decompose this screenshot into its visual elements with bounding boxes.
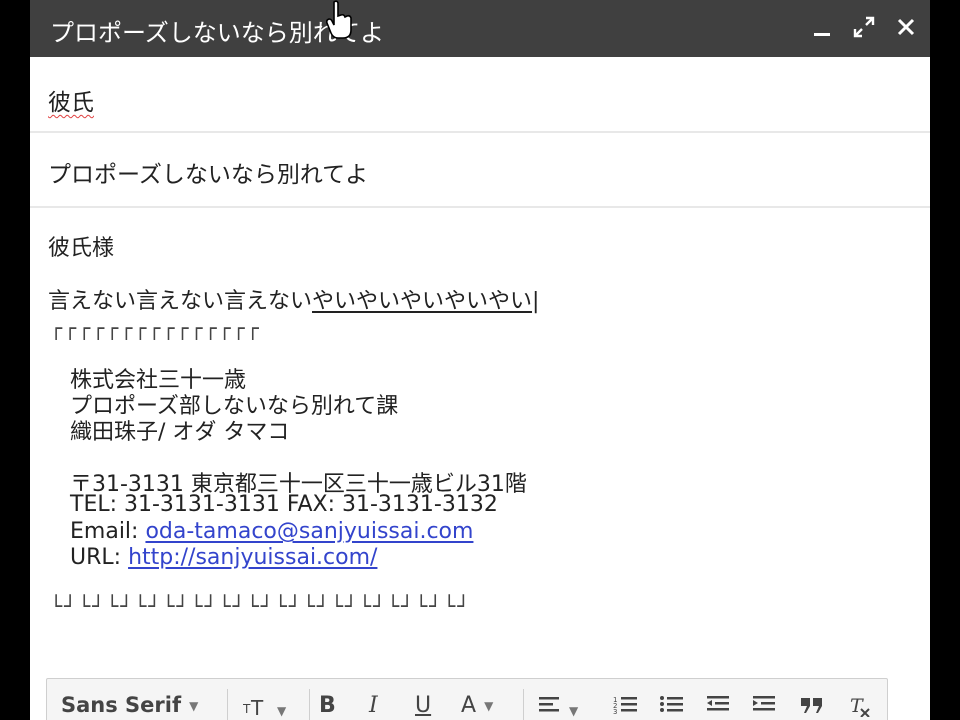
indent-more-icon xyxy=(753,696,775,711)
align-button[interactable]: ▼ xyxy=(537,693,578,720)
indent-more-button[interactable] xyxy=(751,693,777,720)
svg-text:T: T xyxy=(243,702,251,716)
email-label: Email: xyxy=(70,519,146,544)
compose-window: プロポーズしないなら別れてよ 彼氏 プロポーズしないなら別れてよ 彼氏様 言えな… xyxy=(30,0,930,720)
numbered-list-button[interactable]: 1 2 3 xyxy=(613,693,639,720)
email-link[interactable]: oda-tamaco@sanjyuissai.com xyxy=(145,519,473,544)
chevron-down-icon: ▼ xyxy=(277,704,287,718)
compose-titlebar[interactable]: プロポーズしないなら別れてよ xyxy=(30,0,930,57)
bold-button[interactable]: B xyxy=(319,693,336,718)
text-color-label: A xyxy=(461,693,477,718)
numbered-list-icon: 1 2 3 xyxy=(613,696,637,716)
expand-icon xyxy=(853,16,875,38)
formatting-toolbar: Sans Serif ▼ T T ▼ B I U A ▼ ▼ 1 2 3 T xyxy=(46,678,888,720)
to-field[interactable]: 彼氏 xyxy=(30,57,930,133)
toolbar-divider xyxy=(309,689,310,720)
quote-button[interactable] xyxy=(799,693,825,720)
body-line-tail: やいやいやいやいやい xyxy=(312,289,533,314)
minimize-button[interactable] xyxy=(806,11,838,43)
svg-text:3: 3 xyxy=(613,708,617,716)
font-family-dropdown[interactable]: Sans Serif ▼ xyxy=(61,693,198,717)
signature-border-top: ┌┌┌┌┌┌┌┌┌┌┌┌┌┌┌ xyxy=(50,316,261,340)
close-button[interactable] xyxy=(890,11,922,43)
underline-button[interactable]: U xyxy=(415,693,431,718)
indent-less-button[interactable] xyxy=(705,693,731,720)
subject-field[interactable]: プロポーズしないなら別れてよ xyxy=(30,133,930,208)
signature-phone: TEL: 31-3131-3131 FAX: 31-3131-3132 xyxy=(70,492,498,517)
minimize-icon xyxy=(814,33,830,36)
body-line-head: 言えない言えない言えない xyxy=(48,289,313,314)
bulleted-list-icon xyxy=(660,696,683,712)
message-body[interactable]: 彼氏様 言えない言えない言えないやいやいやいやいやい| ┌┌┌┌┌┌┌┌┌┌┌┌… xyxy=(30,208,930,678)
indent-less-icon xyxy=(707,696,729,711)
quote-icon xyxy=(801,698,822,713)
font-size-icon: T T xyxy=(242,696,264,720)
chevron-down-icon: ▼ xyxy=(484,699,494,713)
font-size-button[interactable]: T T ▼ xyxy=(242,693,287,720)
body-line: 言えない言えない言えないやいやいやいやいやい| xyxy=(48,283,539,315)
text-caret: | xyxy=(532,289,540,314)
recipient-chip[interactable]: 彼氏 xyxy=(48,83,94,117)
chevron-down-icon: ▼ xyxy=(569,704,579,718)
signature-email: Email: oda-tamaco@sanjyuissai.com xyxy=(70,519,473,544)
url-link[interactable]: http://sanjyuissai.com/ xyxy=(128,545,377,570)
chevron-down-icon: ▼ xyxy=(189,699,199,713)
hand-cursor-icon xyxy=(326,0,352,39)
remove-formatting-icon: T xyxy=(850,695,870,718)
signature-name: 織田珠子/ オダ タマコ xyxy=(70,420,290,445)
text-color-button[interactable]: A ▼ xyxy=(461,693,493,718)
signature-border-bottom: └┘└┘└┘└┘└┘└┘└┘└┘└┘└┘└┘└┘└┘└┘└┘ xyxy=(50,594,472,618)
greeting-line: 彼氏様 xyxy=(48,236,115,261)
signature-url: URL: http://sanjyuissai.com/ xyxy=(70,545,377,570)
subject-text[interactable]: プロポーズしないなら別れてよ xyxy=(48,155,368,189)
toolbar-divider xyxy=(523,689,524,720)
align-icon xyxy=(539,697,559,712)
toolbar-divider xyxy=(227,689,228,720)
font-family-label: Sans Serif xyxy=(61,693,182,717)
svg-text:T: T xyxy=(850,695,864,717)
remove-formatting-button[interactable]: T xyxy=(847,693,873,720)
expand-button[interactable] xyxy=(848,11,880,43)
close-icon xyxy=(897,18,915,36)
bulleted-list-button[interactable] xyxy=(659,693,685,720)
url-label: URL: xyxy=(70,545,129,570)
svg-text:T: T xyxy=(250,696,264,717)
italic-button[interactable]: I xyxy=(369,693,378,718)
